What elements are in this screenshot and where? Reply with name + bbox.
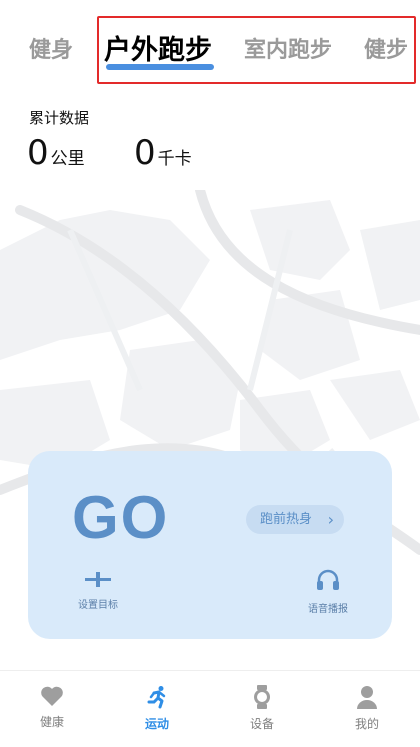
heart-icon [41, 686, 63, 706]
calories-stat: 0 千卡 [134, 133, 192, 173]
person-icon [357, 686, 377, 709]
nav-devices[interactable]: 设备 [232, 685, 292, 732]
running-icon [147, 686, 166, 709]
tab-walking[interactable]: 健步 [364, 32, 408, 64]
set-target-label: 设置目标 [78, 600, 118, 611]
bottom-nav: 健康 运动 设备 我的 [0, 670, 420, 747]
nav-profile[interactable]: 我的 [337, 685, 397, 732]
warmup-label: 跑前热身 [260, 512, 313, 527]
nav-sports-label: 运动 [144, 717, 169, 731]
chevron-right-icon: › [327, 510, 334, 529]
voice-broadcast-button[interactable]: 语音播报 [298, 569, 358, 615]
calories-unit: 千卡 [157, 149, 192, 169]
tab-fitness[interactable]: 健身 [29, 32, 73, 64]
nav-profile-label: 我的 [354, 717, 379, 731]
watch-icon [254, 685, 270, 709]
nav-sports[interactable]: 运动 [127, 685, 187, 732]
calories-value: 0 [134, 133, 156, 173]
stats-title: 累计数据 [29, 109, 90, 127]
target-icon [85, 572, 111, 587]
distance-unit: 公里 [50, 149, 85, 169]
tab-indoor-running[interactable]: 室内跑步 [244, 32, 332, 64]
distance-stat: 0 公里 [27, 133, 85, 173]
active-tab-indicator [106, 64, 214, 70]
headphones-icon [317, 569, 339, 590]
set-target-button[interactable]: 设置目标 [68, 569, 128, 611]
nav-devices-label: 设备 [249, 717, 274, 731]
warmup-button[interactable]: 跑前热身 › [246, 505, 344, 534]
distance-value: 0 [27, 133, 49, 173]
voice-broadcast-label: 语音播报 [308, 604, 348, 615]
nav-health[interactable]: 健康 [22, 685, 82, 730]
nav-health-label: 健康 [39, 715, 64, 729]
go-button[interactable]: GO [72, 483, 169, 552]
tab-outdoor-running[interactable]: 户外跑步 [104, 28, 212, 67]
start-run-card: GO 跑前热身 › 设置目标 语音播报 [28, 451, 392, 639]
sport-tabs: 健身 户外跑步 室内跑步 健步 [0, 22, 420, 80]
